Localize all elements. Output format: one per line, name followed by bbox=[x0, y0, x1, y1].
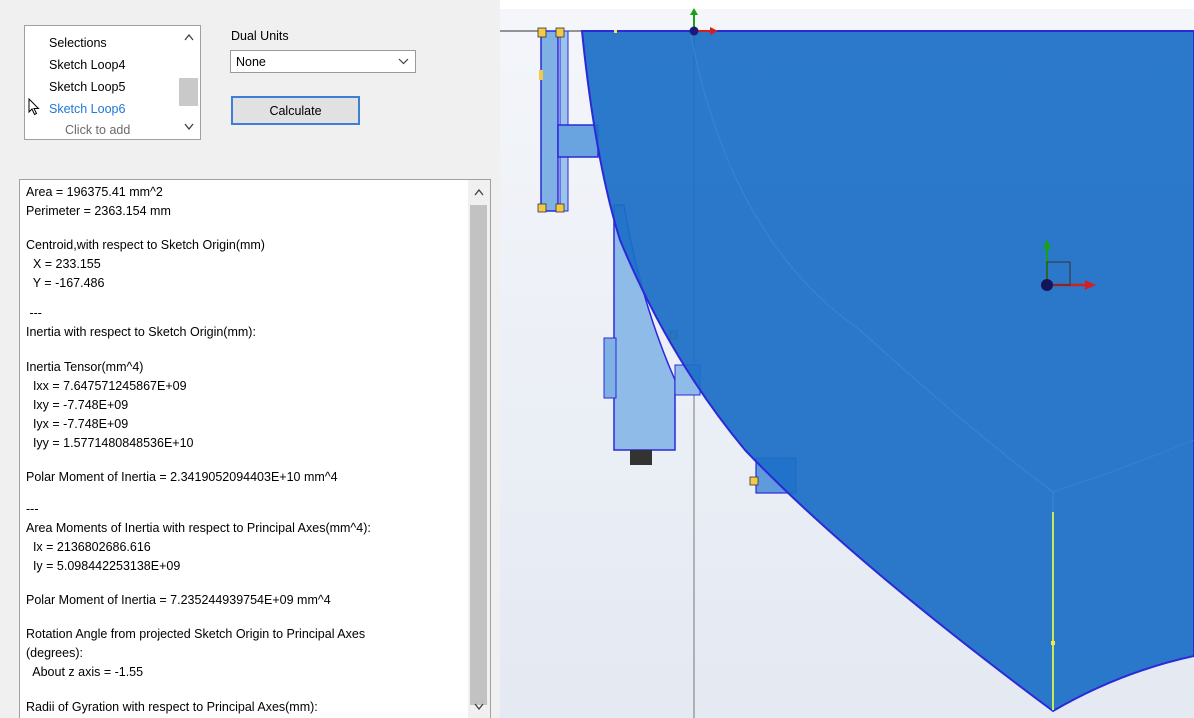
result-line: Perimeter = 2363.154 mm bbox=[26, 204, 171, 218]
result-line: Y = -167.486 bbox=[26, 276, 105, 290]
result-line: Radii of Gyration with respect to Princi… bbox=[26, 700, 318, 714]
chevron-down-icon[interactable] bbox=[468, 698, 490, 716]
result-line: Rotation Angle from projected Sketch Ori… bbox=[26, 627, 366, 641]
results-scroll-thumb[interactable] bbox=[470, 205, 487, 705]
selections-scrollbar[interactable] bbox=[178, 26, 200, 139]
dual-units-value: None bbox=[236, 55, 266, 69]
dual-units-dropdown[interactable]: None bbox=[230, 50, 416, 73]
result-line: Ixy = -7.748E+09 bbox=[26, 398, 129, 412]
chevron-down-icon[interactable] bbox=[398, 54, 409, 71]
selection-item[interactable]: Sketch Loop5 bbox=[49, 80, 125, 94]
result-line: About z axis = -1.55 bbox=[26, 665, 144, 679]
results-textbox[interactable]: Area = 196375.41 mm^2 Perimeter = 2363.15… bbox=[19, 179, 491, 718]
result-line: Iy = 5.098442253138E+09 bbox=[26, 559, 181, 573]
result-line: Inertia Tensor(mm^4) bbox=[26, 360, 144, 374]
result-line: Polar Moment of Inertia = 2.341905209440… bbox=[26, 470, 338, 484]
click-to-add-hint[interactable]: Click to add bbox=[65, 123, 130, 137]
chevron-up-icon[interactable] bbox=[468, 184, 490, 202]
calculate-button[interactable]: Calculate bbox=[231, 96, 360, 125]
graphics-viewport[interactable] bbox=[500, 0, 1194, 718]
result-line: Inertia with respect to Sketch Origin(mm… bbox=[26, 325, 256, 339]
result-line: Centroid,with respect to Sketch Origin(m… bbox=[26, 238, 265, 252]
result-line: --- bbox=[26, 306, 42, 320]
result-line: Iyy = 1.5771480848536E+10 bbox=[26, 436, 194, 450]
result-line: --- bbox=[26, 502, 39, 516]
selections-scroll-thumb[interactable] bbox=[179, 78, 198, 106]
selection-item-active[interactable]: Sketch Loop6 bbox=[49, 102, 125, 116]
selections-items: Selections Sketch Loop4 Sketch Loop5 Ske… bbox=[25, 26, 178, 139]
chevron-up-icon[interactable] bbox=[178, 29, 200, 47]
result-line: Ixx = 7.647571245867E+09 bbox=[26, 379, 187, 393]
result-line: Iyx = -7.748E+09 bbox=[26, 417, 129, 431]
dual-units-label: Dual Units bbox=[231, 29, 289, 43]
results-scrollbar[interactable] bbox=[468, 180, 490, 718]
section-properties-panel: Selections Sketch Loop4 Sketch Loop5 Ske… bbox=[0, 0, 500, 718]
cad-model-view bbox=[500, 0, 1194, 718]
chevron-down-icon[interactable] bbox=[178, 118, 200, 136]
result-line: Ix = 2136802686.616 bbox=[26, 540, 151, 554]
result-line: Area Moments of Inertia with respect to … bbox=[26, 521, 371, 535]
selection-item[interactable]: Sketch Loop4 bbox=[49, 58, 125, 72]
selections-listbox[interactable]: Selections Sketch Loop4 Sketch Loop5 Ske… bbox=[24, 25, 201, 140]
result-line: Area = 196375.41 mm^2 bbox=[26, 185, 163, 199]
result-line: X = 233.155 bbox=[26, 257, 101, 271]
selections-header: Selections bbox=[49, 36, 107, 50]
arrow-pointer-icon bbox=[28, 97, 40, 116]
result-line: (degrees): bbox=[26, 646, 83, 660]
result-line: Polar Moment of Inertia = 7.235244939754… bbox=[26, 593, 331, 607]
